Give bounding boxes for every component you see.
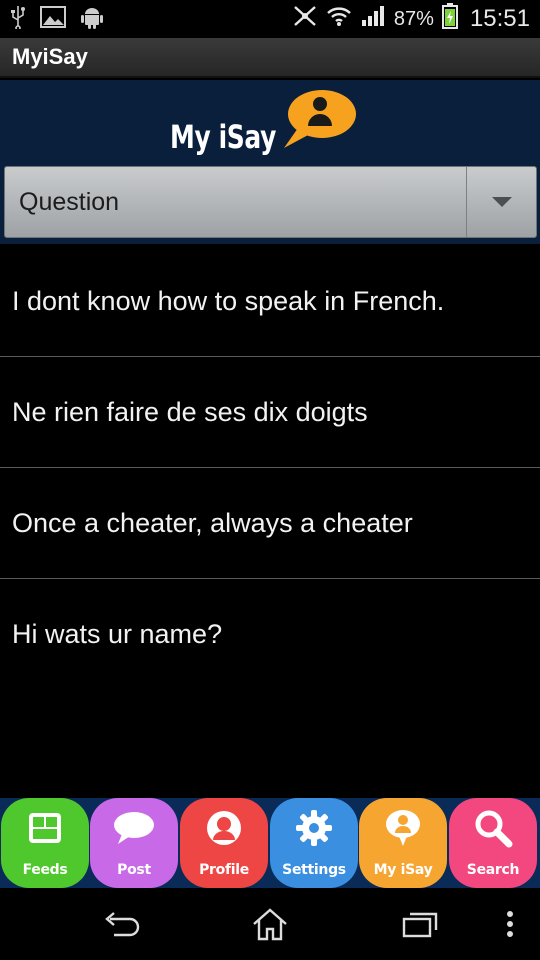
search-icon: [471, 808, 515, 848]
tab-profile[interactable]: Profile: [180, 798, 268, 888]
app-title: MyiSay: [12, 44, 88, 69]
tab-label: My iSay: [373, 862, 433, 878]
app-logo: My iSay: [170, 86, 370, 166]
profile-icon: [202, 808, 246, 848]
status-bar: 87% 15:51: [0, 0, 540, 38]
back-icon[interactable]: [100, 906, 144, 942]
mute-icon: [292, 4, 318, 34]
feeds-icon: [23, 808, 67, 848]
list-item[interactable]: I dont know how to speak in French.: [0, 246, 540, 357]
tab-label: Search: [466, 862, 520, 878]
myisay-icon: [381, 808, 425, 848]
usb-icon: [10, 5, 26, 34]
signal-icon: [360, 5, 386, 33]
recents-icon[interactable]: [398, 906, 442, 942]
android-icon: [80, 5, 104, 34]
list-item[interactable]: Hi wats ur name?: [0, 579, 540, 690]
tab-feeds[interactable]: Feeds: [1, 798, 89, 888]
list-item[interactable]: Once a cheater, always a cheater: [0, 468, 540, 579]
chat-bubble-icon: [112, 808, 156, 848]
speech-bubble-icon: [278, 88, 358, 157]
navigation-bar: [0, 888, 540, 960]
tab-label: Settings: [282, 862, 346, 878]
post-list: I dont know how to speak in French. Ne r…: [0, 246, 540, 690]
system-status: 87% 15:51: [292, 3, 530, 35]
tab-label: Profile: [199, 862, 249, 878]
spinner-selected-value: Question: [19, 187, 120, 216]
clock: 15:51: [469, 5, 530, 32]
action-bar: MyiSay: [0, 38, 540, 78]
tab-settings[interactable]: Settings: [270, 798, 358, 888]
logo-text: My iSay: [170, 118, 276, 156]
menu-icon[interactable]: [488, 906, 532, 942]
tab-label: Feeds: [22, 862, 68, 878]
gear-icon: [292, 808, 336, 848]
tab-my-isay[interactable]: My iSay: [359, 798, 447, 888]
header: My iSay Question: [0, 80, 540, 244]
bottom-tab-bar: Feeds Post Profile Settings My iSay Sear…: [0, 798, 540, 888]
list-item[interactable]: Ne rien faire de ses dix doigts: [0, 357, 540, 468]
tab-post[interactable]: Post: [90, 798, 178, 888]
notification-icons: [10, 5, 104, 34]
dropdown-arrow-icon[interactable]: [466, 167, 536, 237]
wifi-icon: [326, 5, 352, 33]
battery-icon: [441, 3, 458, 35]
category-spinner[interactable]: Question: [4, 166, 537, 238]
tab-label: Post: [117, 862, 151, 878]
image-icon: [40, 5, 66, 33]
home-icon[interactable]: [248, 906, 292, 942]
tab-search[interactable]: Search: [449, 798, 537, 888]
battery-percent: 87%: [393, 7, 434, 30]
